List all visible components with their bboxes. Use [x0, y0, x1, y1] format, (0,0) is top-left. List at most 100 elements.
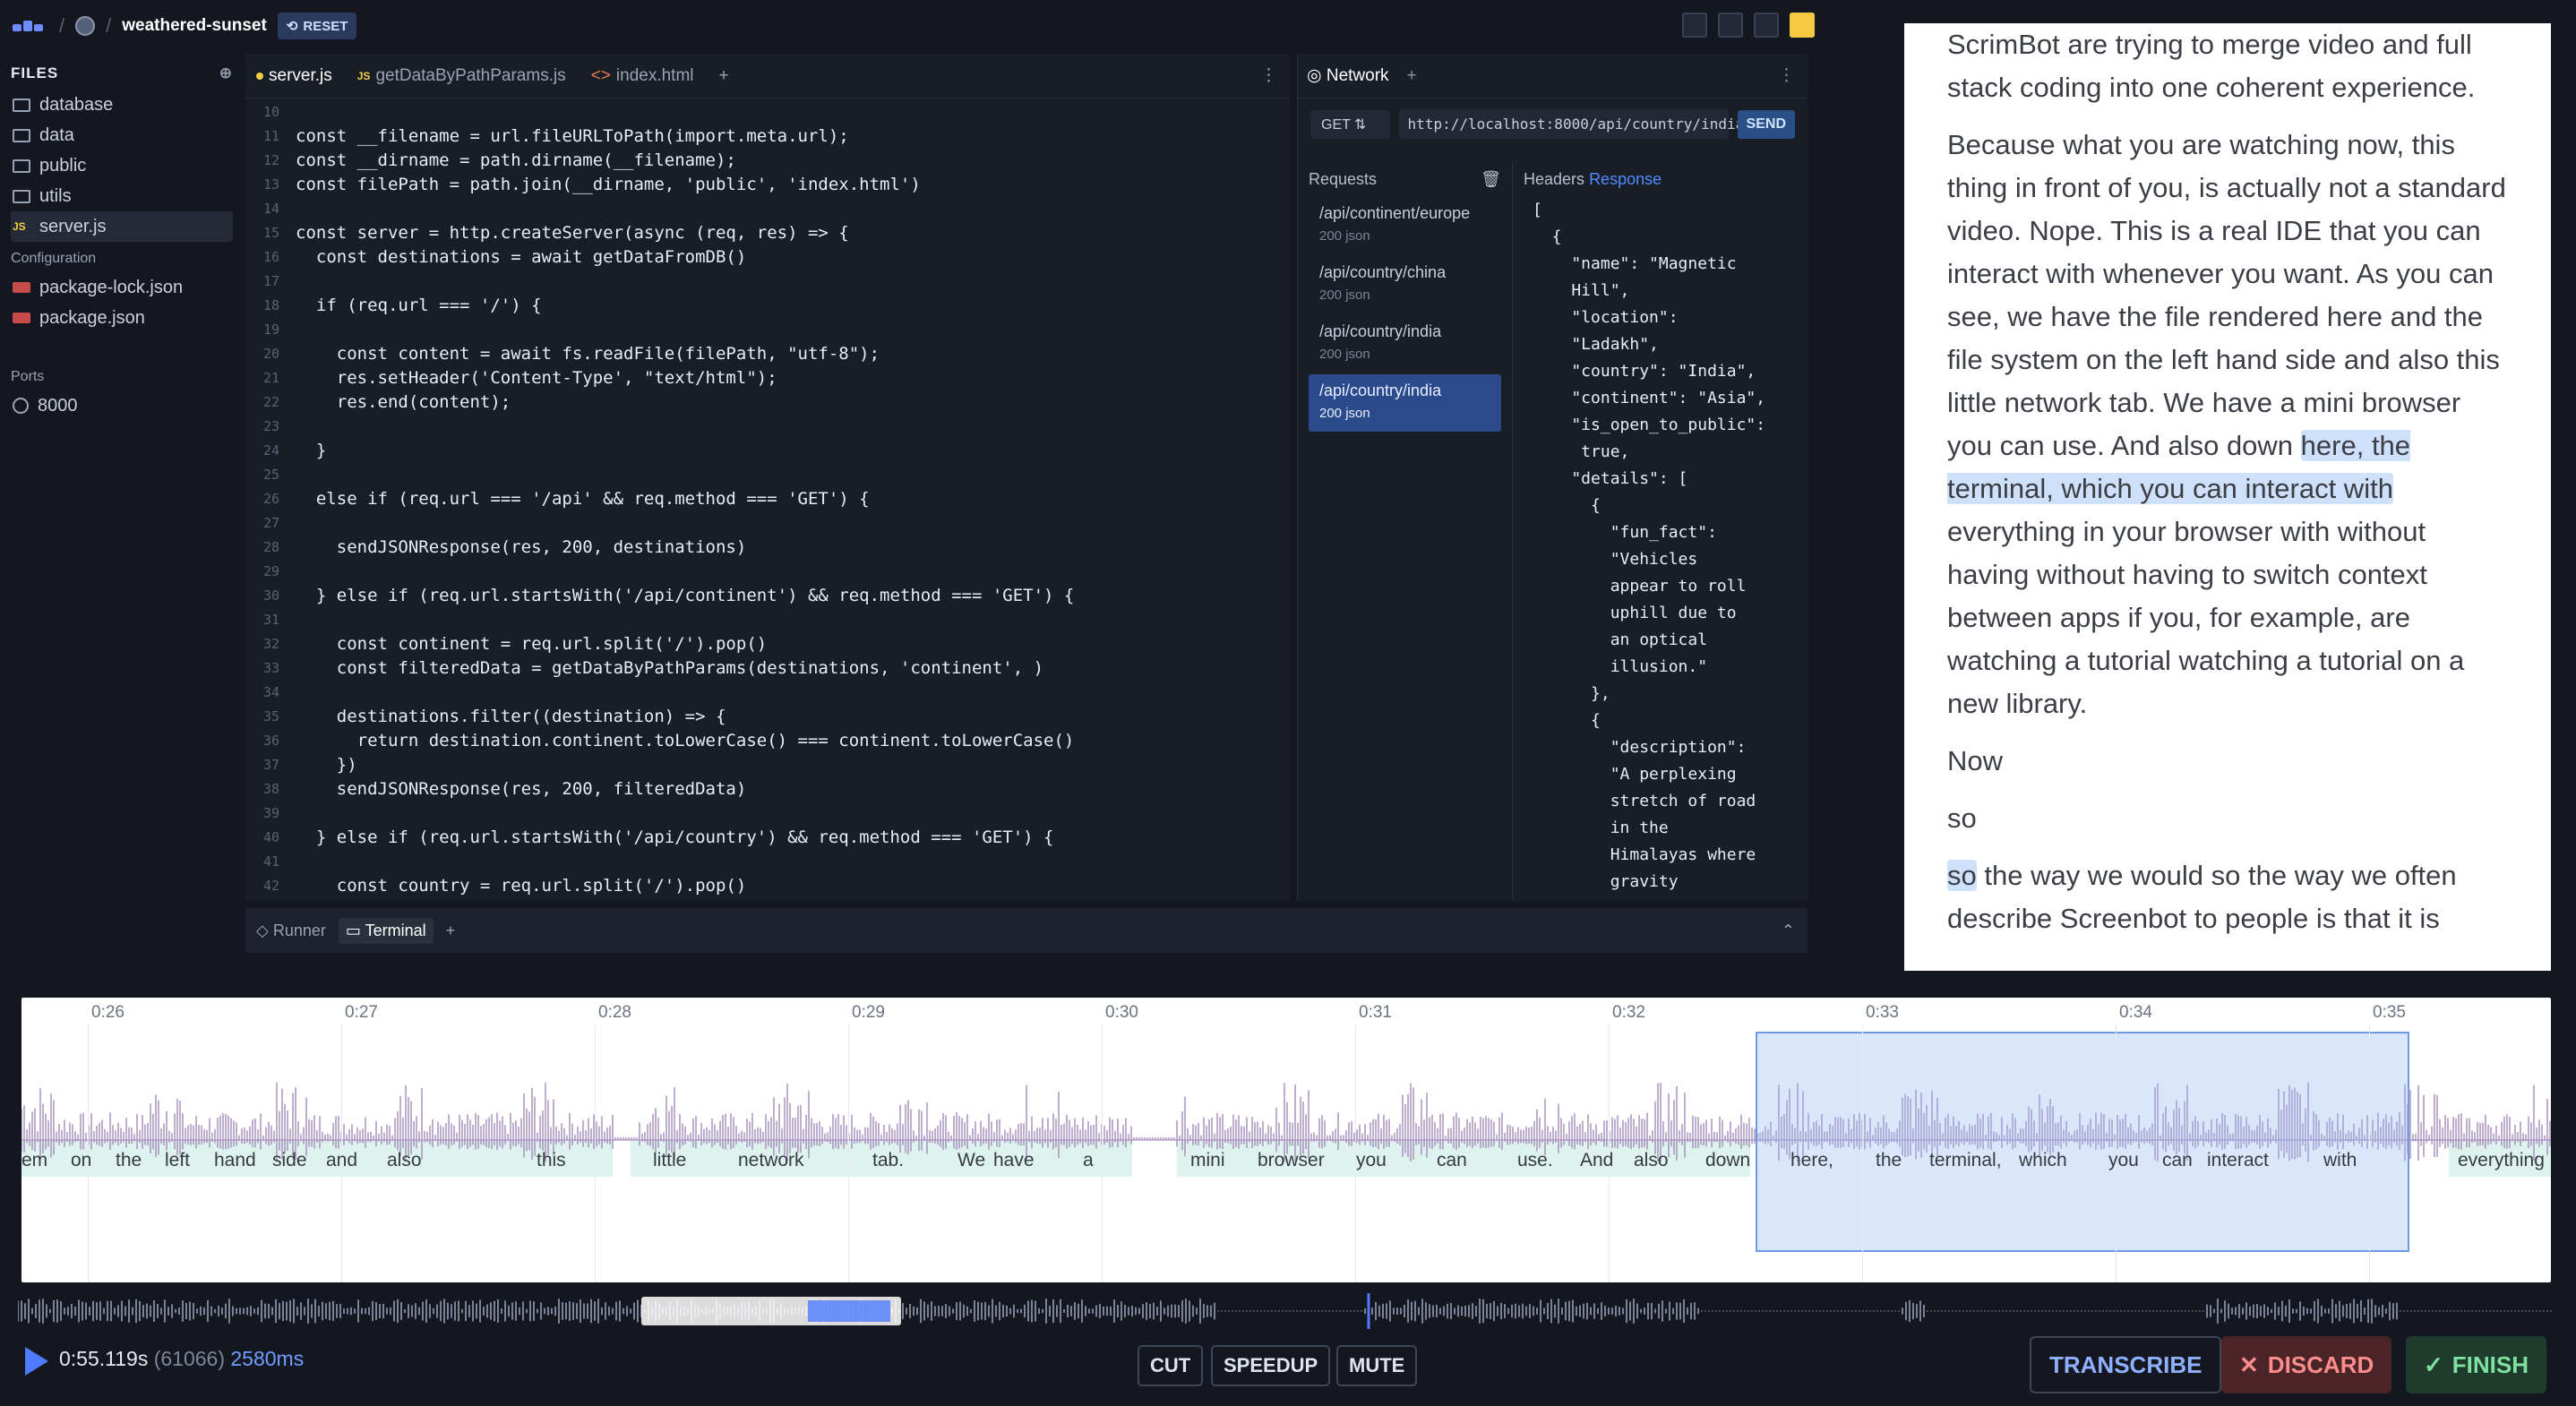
tab-terminal[interactable]: ▭ Terminal: [338, 917, 434, 944]
layout-video-icon[interactable]: [1790, 13, 1815, 38]
timeline-word[interactable]: with: [2323, 1150, 2357, 1171]
timeline-word[interactable]: this: [537, 1150, 566, 1171]
request-item[interactable]: /api/country/china 200 json: [1309, 256, 1501, 313]
sidebar-item-package-json[interactable]: package.json: [11, 303, 233, 333]
more-icon[interactable]: ⋮: [1778, 65, 1795, 86]
timeline-word[interactable]: can: [1437, 1150, 1467, 1171]
more-icon[interactable]: ⋮: [1260, 65, 1277, 86]
sidebar-item-public[interactable]: public: [11, 150, 233, 181]
timeline-word[interactable]: the: [1876, 1150, 1902, 1171]
trash-icon[interactable]: 🗑: [1481, 161, 1501, 197]
add-terminal-icon[interactable]: +: [446, 922, 456, 940]
request-item[interactable]: /api/continent/europe 200 json: [1309, 197, 1501, 254]
code-line[interactable]: 30 } else if (req.url.startsWith('/api/c…: [245, 584, 1290, 608]
timeline-word[interactable]: terminal,: [1929, 1150, 2002, 1171]
code-line[interactable]: 29: [245, 560, 1290, 584]
code-line[interactable]: 20 const content = await fs.readFile(fil…: [245, 342, 1290, 366]
selection-region[interactable]: [1756, 1032, 2409, 1252]
finish-button[interactable]: ✓ FINISH: [2406, 1336, 2547, 1393]
transcript-panel[interactable]: ScrimBot are trying to merge video and f…: [1904, 23, 2551, 971]
code-line[interactable]: 25: [245, 463, 1290, 487]
timeline-word[interactable]: also: [387, 1150, 422, 1171]
code-line[interactable]: 12 const __dirname = path.dirname(__filen…: [245, 149, 1290, 173]
port-item[interactable]: 8000: [11, 390, 233, 421]
timeline-word[interactable]: can: [2162, 1150, 2193, 1171]
layout-left-icon[interactable]: [1682, 13, 1707, 38]
code-line[interactable]: 11 const __filename = url.fileURLToPath(i…: [245, 124, 1290, 149]
code-area[interactable]: 10 11 const __filename = url.fileURLToPath…: [245, 99, 1290, 898]
timeline-word[interactable]: use.: [1517, 1150, 1553, 1171]
code-line[interactable]: 19: [245, 318, 1290, 342]
timeline-word[interactable]: the: [116, 1150, 142, 1171]
timeline-word[interactable]: And: [1580, 1150, 1613, 1171]
url-input[interactable]: http://localhost:8000/api/country/india: [1398, 109, 1744, 139]
speedup-button[interactable]: SPEEDUP: [1211, 1345, 1331, 1386]
add-panel-icon[interactable]: +: [1407, 66, 1417, 86]
method-select[interactable]: GET ⇅: [1310, 109, 1390, 139]
code-line[interactable]: 36 return destination.continent.toLowerC…: [245, 729, 1290, 753]
timeline-word[interactable]: interact: [2207, 1150, 2269, 1171]
avatar[interactable]: [75, 16, 96, 36]
code-line[interactable]: 34: [245, 681, 1290, 705]
code-line[interactable]: 37 }): [245, 753, 1290, 777]
request-item[interactable]: /api/country/india 200 json: [1309, 374, 1501, 432]
sidebar-item-data[interactable]: data: [11, 120, 233, 150]
code-line[interactable]: 42 const country = req.url.split('/').po…: [245, 874, 1290, 898]
tab-network[interactable]: ◎ Network: [1307, 65, 1389, 86]
cut-button[interactable]: CUT: [1138, 1345, 1204, 1386]
timeline-word[interactable]: network: [738, 1150, 804, 1171]
code-line[interactable]: 41: [245, 850, 1290, 874]
tab-server-js[interactable]: server.js: [256, 66, 332, 86]
timeline-word[interactable]: little: [653, 1150, 686, 1171]
code-line[interactable]: 40 } else if (req.url.startsWith('/api/c…: [245, 826, 1290, 850]
timeline-word[interactable]: everything: [2458, 1150, 2545, 1171]
new-file-icon[interactable]: ⊕: [219, 64, 233, 82]
overview-minimap[interactable]: [18, 1293, 2553, 1329]
play-icon[interactable]: [25, 1347, 48, 1376]
timeline-word[interactable]: and: [326, 1150, 357, 1171]
send-button[interactable]: SEND: [1737, 109, 1795, 139]
timeline-word[interactable]: also: [1634, 1150, 1669, 1171]
timeline-word[interactable]: We: [957, 1150, 985, 1171]
request-item[interactable]: /api/country/india 200 json: [1309, 315, 1501, 373]
timeline-word[interactable]: side: [272, 1150, 307, 1171]
code-line[interactable]: 35 destinations.filter((destination) => …: [245, 705, 1290, 729]
tab-runner[interactable]: ◇ Runner: [256, 922, 326, 940]
timeline-word[interactable]: a: [1083, 1150, 1094, 1171]
response-tab[interactable]: Response: [1589, 170, 1662, 188]
code-line[interactable]: 33 const filteredData = getDataByPathPar…: [245, 656, 1290, 681]
timeline-word[interactable]: you: [2108, 1150, 2139, 1171]
timeline-word[interactable]: tab.: [872, 1150, 904, 1171]
code-line[interactable]: 32 const continent = req.url.split('/').…: [245, 632, 1290, 656]
sidebar-item-database[interactable]: database: [11, 90, 233, 120]
code-line[interactable]: 31: [245, 608, 1290, 632]
timeline-word[interactable]: here,: [1790, 1150, 1833, 1171]
code-line[interactable]: 24 }: [245, 439, 1290, 463]
code-line[interactable]: 15 const server = http.createServer(async…: [245, 221, 1290, 245]
sidebar-item-server-js[interactable]: JS server.js: [11, 211, 233, 242]
project-name[interactable]: weathered-sunset: [122, 16, 267, 36]
timeline-word[interactable]: em: [21, 1150, 47, 1171]
code-line[interactable]: 21 res.setHeader('Content-Type', "text/h…: [245, 366, 1290, 390]
timeline-word[interactable]: browser: [1258, 1150, 1325, 1171]
add-tab-icon[interactable]: +: [719, 66, 729, 86]
timeline-word[interactable]: hand: [214, 1150, 256, 1171]
code-line[interactable]: 27: [245, 511, 1290, 536]
code-line[interactable]: 13 const filePath = path.join(__dirname, …: [245, 173, 1290, 197]
code-line[interactable]: 28 sendJSONResponse(res, 200, destinatio…: [245, 536, 1290, 560]
code-line[interactable]: 22 res.end(content);: [245, 390, 1290, 415]
code-line[interactable]: 10: [245, 100, 1290, 124]
timeline-word[interactable]: which: [2019, 1150, 2067, 1171]
code-line[interactable]: 17: [245, 270, 1290, 294]
sidebar-item-package-lock[interactable]: package-lock.json: [11, 272, 233, 303]
timeline-word[interactable]: left: [165, 1150, 190, 1171]
code-line[interactable]: 26 else if (req.url === '/api' && req.me…: [245, 487, 1290, 511]
code-line[interactable]: 38 sendJSONResponse(res, 200, filteredDa…: [245, 777, 1290, 802]
code-line[interactable]: 39: [245, 802, 1290, 826]
timeline-word[interactable]: have: [993, 1150, 1035, 1171]
layout-bottom-icon[interactable]: [1718, 13, 1743, 38]
code-line[interactable]: 23: [245, 415, 1290, 439]
code-line[interactable]: 18 if (req.url === '/') {: [245, 294, 1290, 318]
chevron-up-icon[interactable]: ⌃: [1782, 922, 1795, 940]
layout-split-icon[interactable]: [1754, 13, 1779, 38]
